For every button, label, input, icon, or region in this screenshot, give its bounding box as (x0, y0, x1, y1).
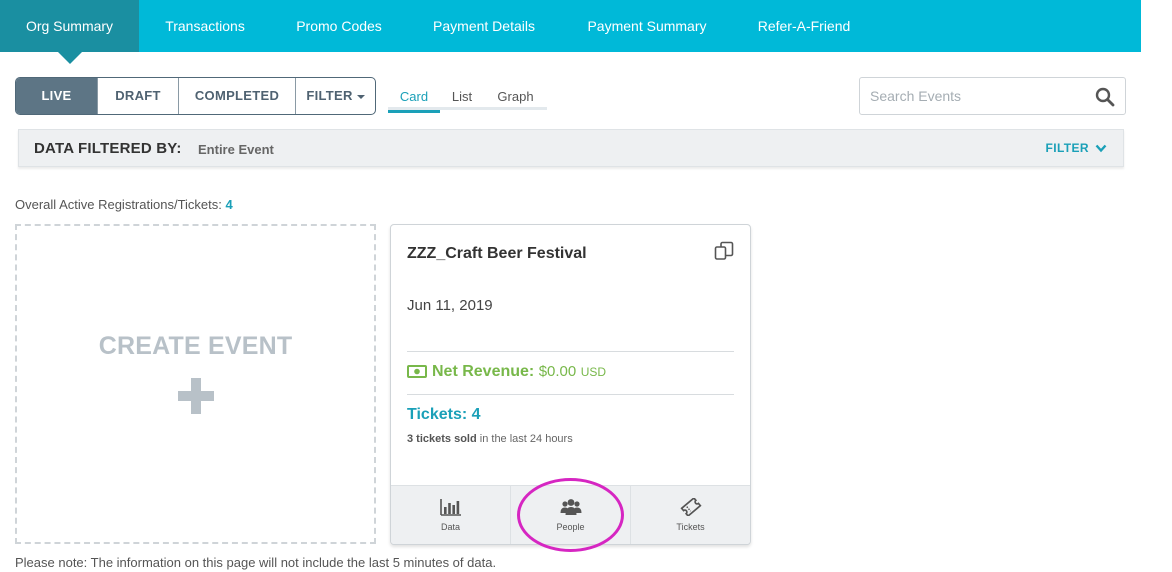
data-filter-bar: DATA FILTERED BY: Entire Event FILTER (18, 129, 1124, 167)
tickets-button[interactable]: Tickets (631, 486, 750, 544)
overall-label: Overall Active Registrations/Tickets: (15, 197, 222, 212)
caret-down-icon (356, 94, 365, 99)
create-event-card[interactable]: CREATE EVENT (15, 224, 376, 544)
search-box (859, 77, 1126, 115)
filter-toggle-button[interactable]: FILTER (1045, 130, 1107, 168)
create-event-label: CREATE EVENT (98, 332, 293, 360)
tab-payment-details[interactable]: Payment Details (407, 0, 561, 52)
draft-button[interactable]: DRAFT (98, 78, 179, 114)
search-icon[interactable] (1095, 87, 1115, 107)
tab-transactions[interactable]: Transactions (139, 0, 271, 52)
event-card: ZZZ_Craft Beer Festival Jun 11, 2019 Net… (390, 224, 751, 545)
data-delay-note: Please note: The information on this pag… (15, 555, 497, 570)
people-button[interactable]: People (511, 486, 631, 544)
copy-icon[interactable] (714, 241, 734, 261)
filter-value: Entire Event (198, 142, 274, 157)
tab-refer-a-friend[interactable]: Refer-A-Friend (733, 0, 875, 52)
view-card-tab[interactable]: Card (388, 88, 440, 113)
chevron-down-icon (1095, 145, 1107, 153)
tab-promo-codes[interactable]: Promo Codes (271, 0, 407, 52)
overall-registrations: Overall Active Registrations/Tickets: 4 (15, 197, 233, 212)
completed-button[interactable]: COMPLETED (179, 78, 296, 114)
filter-dropdown-button[interactable]: FILTER (296, 78, 375, 114)
money-icon (407, 365, 427, 378)
view-graph-tab[interactable]: Graph (484, 88, 547, 110)
event-title[interactable]: ZZZ_Craft Beer Festival (407, 245, 587, 263)
live-button[interactable]: LIVE (16, 78, 98, 114)
view-list-tab[interactable]: List (440, 88, 484, 110)
net-revenue: Net Revenue: $0.00 USD (407, 363, 606, 381)
event-card-actions: Data People Tickets (391, 485, 750, 544)
plus-icon (178, 378, 214, 414)
data-filtered-by-label: DATA FILTERED BY: (34, 140, 182, 157)
divider (407, 351, 734, 352)
data-button-label: Data (440, 522, 460, 532)
people-button-label: People (556, 522, 585, 532)
ticket-icon (679, 498, 702, 516)
tickets-count: Tickets: 4 (407, 406, 481, 423)
data-button[interactable]: Data (391, 486, 511, 544)
tickets-sold-count: 3 tickets sold (407, 433, 477, 445)
net-revenue-amount: $0.00 (538, 363, 577, 380)
net-revenue-currency: USD (580, 365, 607, 379)
tickets-sold-suffix: in the last 24 hours (479, 433, 573, 445)
status-filter-group: LIVE DRAFT COMPLETED FILTER (15, 77, 376, 115)
filter-toggle-label: FILTER (1045, 141, 1089, 155)
net-revenue-label: Net Revenue: (432, 363, 535, 380)
tickets-button-label: Tickets (676, 522, 705, 532)
tab-org-summary[interactable]: Org Summary (0, 0, 139, 64)
divider (407, 394, 734, 395)
bar-chart-icon (439, 499, 461, 516)
search-input[interactable] (870, 78, 1090, 114)
tickets-sold-summary: 3 tickets sold in the last 24 hours (407, 433, 573, 445)
event-date: Jun 11, 2019 (407, 297, 493, 314)
top-nav: Org Summary Transactions Promo Codes Pay… (0, 0, 1141, 64)
people-icon (560, 499, 581, 515)
filter-dropdown-label: FILTER (306, 88, 353, 103)
overall-count: 4 (225, 197, 233, 212)
tab-payment-summary[interactable]: Payment Summary (561, 0, 733, 52)
view-toggle: Card List Graph (388, 88, 547, 113)
